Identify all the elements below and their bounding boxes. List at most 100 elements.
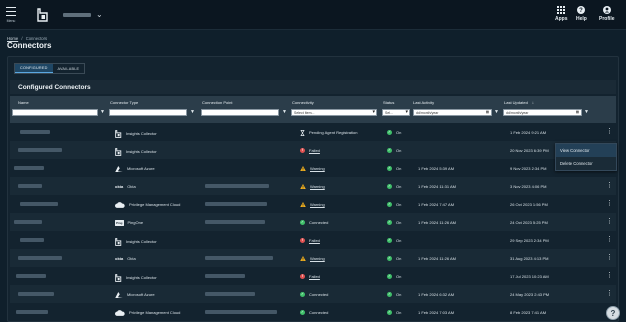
column-header-status[interactable]: Status: [383, 100, 394, 105]
row-actions-kebab-icon[interactable]: ⋮: [606, 217, 613, 225]
connectivity-label: Connected: [309, 291, 329, 297]
azure-icon: [115, 291, 123, 298]
connectivity-link[interactable]: Failed: [309, 148, 320, 153]
last-activity-date-input[interactable]: dd/month/year ▦: [413, 109, 492, 116]
table-row[interactable]: Microsoft Azure ✓ Connected ✓ On 1 Feb 2024 6…: [10, 285, 616, 303]
last-updated-filter-funnel-icon[interactable]: ▼: [584, 109, 589, 115]
calendar-icon[interactable]: ▦: [576, 110, 579, 114]
connectivity-link[interactable]: Warning: [310, 256, 325, 261]
delete-connector-menu-item[interactable]: Delete Connector: [556, 157, 616, 170]
status-filter-select[interactable]: Sel...: [382, 109, 410, 116]
last-activity-filter-funnel-icon[interactable]: ▼: [494, 109, 499, 115]
table-row[interactable]: Insights Collector! Failed ✓ On 29 Sep 2023 …: [10, 231, 616, 249]
connectivity-link[interactable]: Warning: [310, 166, 325, 171]
connector-name-redacted[interactable]: [16, 310, 48, 314]
connectivity-link[interactable]: Failed: [309, 274, 320, 279]
connector-name-redacted[interactable]: [14, 166, 44, 170]
connector-name-redacted[interactable]: [20, 238, 44, 242]
connectivity-label: Connected: [309, 219, 329, 225]
connector-name-redacted[interactable]: [20, 202, 58, 206]
connector-name-redacted[interactable]: [18, 256, 62, 260]
connector-name-redacted[interactable]: [18, 184, 42, 188]
connectivity-failed-icon: !: [300, 273, 305, 279]
tab-configured[interactable]: CONFIGURED: [15, 64, 53, 73]
connection-point-redacted: [205, 310, 277, 314]
view-connector-menu-item[interactable]: View Connector: [556, 144, 616, 157]
connectivity-filter-select[interactable]: Select Item...: [291, 109, 377, 116]
help-button[interactable]: ? Help: [576, 4, 587, 26]
last-updated-cell: 31 Aug 2023 4:13 PM: [510, 255, 549, 261]
connector-name-redacted[interactable]: [16, 274, 46, 278]
pingone-icon: Ping: [115, 219, 124, 226]
column-header-connector-type[interactable]: Connector Type: [110, 100, 138, 105]
connector-type-cell: Insights Collector: [115, 147, 157, 156]
connectivity-warning-icon: [300, 255, 306, 261]
row-actions-kebab-icon[interactable]: ⋮: [606, 127, 613, 135]
last-activity-cell: 1 Feb 2024 5:39 AM: [418, 165, 455, 171]
connectivity-ok-icon: ✓: [300, 219, 305, 225]
connector-type-label: Microsoft Azure: [127, 166, 155, 171]
last-updated-cell: 26 Oct 2023 1:56 PM: [510, 201, 548, 207]
table-row[interactable]: Insights Collector Pending Agent Registra…: [10, 123, 616, 141]
status-on-icon: ✓: [387, 129, 392, 135]
row-actions-kebab-icon[interactable]: ⋮: [606, 271, 613, 279]
last-updated-date-input[interactable]: dd/month/year ▦: [503, 109, 582, 116]
calendar-icon[interactable]: ▦: [486, 110, 489, 114]
column-header-name[interactable]: Name: [18, 100, 29, 105]
table-row[interactable]: Ping PingOne ✓ Connected ✓ On 1 Feb 2024 11:26…: [10, 213, 616, 231]
column-header-last-updated[interactable]: Last Updated ↓: [504, 100, 534, 105]
tab-available[interactable]: AVAILABLE: [53, 64, 85, 73]
connectivity-cell: ✓ Connected: [300, 291, 329, 297]
table-row[interactable]: Insights Collector! Failed ✓ On 17 Jul 2023 …: [10, 267, 616, 285]
menu-button[interactable]: Menu: [4, 5, 18, 25]
table-row[interactable]: okta Okta Warning ✓ On 1 Feb 2024 11:26 AM 31 …: [10, 249, 616, 267]
status-label: On: [396, 165, 402, 171]
row-actions-kebab-icon[interactable]: ⋮: [606, 181, 613, 189]
connection-point-filter-input[interactable]: [201, 109, 279, 116]
column-header-last-activity[interactable]: Last Activity: [413, 100, 434, 105]
connector-name-redacted[interactable]: [18, 148, 62, 152]
row-action-menu: View Connector Delete Connector: [555, 143, 617, 171]
connectivity-link[interactable]: Warning: [310, 184, 325, 189]
table-row[interactable]: Microsoft Azure Warning ✓ On 1 Feb 2024 5:39…: [10, 159, 616, 177]
connector-type-filter-input[interactable]: [109, 109, 187, 116]
name-filter-funnel-icon[interactable]: ▼: [100, 109, 105, 115]
connectivity-cell: Warning: [300, 183, 325, 189]
status-on-icon: ✓: [387, 273, 392, 279]
profile-button[interactable]: Profile: [599, 4, 615, 26]
status-label: On: [396, 291, 402, 297]
last-updated-cell: 8 Feb 2023 7:41 AM: [510, 309, 547, 315]
row-actions-kebab-icon[interactable]: ⋮: [606, 235, 613, 243]
table-header: Name Connector Type Connection Point Con…: [10, 96, 616, 123]
table-row[interactable]: Privilege Management Cloud ✓ Connected ✓ On 1…: [10, 303, 616, 321]
column-header-connectivity[interactable]: Connectivity: [292, 100, 314, 105]
connectivity-failed-icon: !: [300, 147, 305, 153]
chevron-down-icon[interactable]: ⌄: [96, 10, 103, 19]
connector-type-filter-funnel-icon[interactable]: ▼: [190, 109, 195, 115]
status-on-icon: ✓: [387, 219, 392, 225]
name-filter-input[interactable]: [12, 109, 98, 116]
column-header-connection-point[interactable]: Connection Point: [202, 100, 232, 105]
status-label: On: [396, 273, 402, 279]
row-actions-kebab-icon[interactable]: ⋮: [606, 289, 613, 297]
connector-name-redacted[interactable]: [14, 220, 42, 224]
connectivity-link[interactable]: Failed: [309, 238, 320, 243]
help-fab-button[interactable]: ?: [606, 306, 620, 320]
connector-name-redacted[interactable]: [20, 130, 50, 134]
product-logo-icon[interactable]: [37, 8, 49, 22]
connector-name-redacted[interactable]: [18, 292, 54, 296]
insights-collector-icon: [115, 129, 122, 138]
row-actions-kebab-icon[interactable]: ⋮: [606, 199, 613, 207]
connection-point-redacted: [205, 292, 255, 296]
table-row[interactable]: okta Okta Warning ✓ On 1 Feb 2024 11:31 AM 3 N…: [10, 177, 616, 195]
status-cell: ✓ On: [387, 165, 402, 171]
status-label: On: [396, 237, 402, 243]
connectivity-failed-icon: !: [300, 237, 305, 243]
connection-point-filter-funnel-icon[interactable]: ▼: [282, 109, 287, 115]
pm-cloud-icon: [115, 309, 125, 316]
connectivity-link[interactable]: Warning: [310, 202, 325, 207]
row-actions-kebab-icon[interactable]: ⋮: [606, 253, 613, 261]
apps-button[interactable]: Apps: [555, 4, 568, 26]
table-row[interactable]: Insights Collector! Failed ✓ On 20 Nov 2023 …: [10, 141, 616, 159]
table-row[interactable]: Privilege Management Cloud Warning ✓ On 1 Fe…: [10, 195, 616, 213]
